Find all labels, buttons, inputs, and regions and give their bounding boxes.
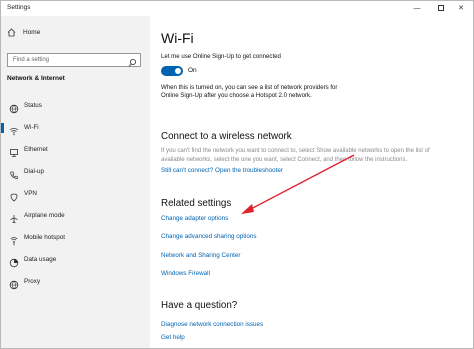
close-button[interactable]: ✕ [449,1,473,16]
sidebar-item-label: VPN [24,190,37,197]
home-nav-item[interactable]: Home [7,28,137,40]
data-usage-icon [9,255,19,268]
search-input[interactable]: Find a setting [7,53,141,67]
toggle-state-label: On [188,67,197,74]
ethernet-icon [9,145,19,157]
sidebar-item-label: Proxy [24,278,41,285]
title-bar: Settings — ✕ [1,1,473,16]
window-title: Settings [7,4,31,11]
related-settings-heading: Related settings [161,198,232,209]
signup-label: Let me use Online Sign-Up to get connect… [161,53,281,60]
network-sharing-center-link[interactable]: Network and Sharing Center [161,252,240,259]
sidebar: Home Find a setting Network & Internet S… [1,16,150,348]
wifi-icon [9,123,19,136]
connect-heading: Connect to a wireless network [161,131,292,142]
sidebar-item-status[interactable]: Status [1,97,150,115]
selected-indicator [1,123,4,133]
sidebar-item-label: Mobile hotspot [24,234,65,241]
minimize-button[interactable]: — [405,1,429,16]
section-title: Network & Internet [7,75,65,82]
sidebar-item-label: Airplane mode [24,212,65,219]
change-advanced-sharing-link[interactable]: Change advanced sharing options [161,233,257,240]
sidebar-item-label: Wi-Fi [24,124,39,131]
sidebar-item-label: Dial-up [24,168,44,175]
globe-icon [9,101,19,114]
vpn-icon [9,189,19,202]
sidebar-item-wifi[interactable]: Wi-Fi [1,119,150,137]
sidebar-item-data-usage[interactable]: Data usage [1,251,150,269]
search-placeholder: Find a setting [13,57,50,63]
sidebar-item-proxy[interactable]: Proxy [1,273,150,291]
sidebar-item-ethernet[interactable]: Ethernet [1,141,150,159]
phone-icon [9,167,19,179]
question-heading: Have a question? [161,300,238,311]
hotspot-icon [9,233,19,246]
signup-description-line: Online Sign-Up after you choose a Hotspo… [161,92,312,99]
get-help-link[interactable]: Get help [161,334,185,341]
toggle-knob [175,68,181,74]
sidebar-item-label: Status [24,102,42,109]
troubleshooter-link[interactable]: Still can't connect? Open the troublesho… [161,167,283,174]
maximize-icon [438,5,444,12]
settings-window: Settings — ✕ Home Find a setting Network… [0,0,474,349]
globe-icon [9,277,19,290]
change-adapter-options-link[interactable]: Change adapter options [161,215,228,222]
diagnose-link[interactable]: Diagnose network connection issues [161,321,263,328]
sidebar-item-vpn[interactable]: VPN [1,185,150,203]
windows-firewall-link[interactable]: Windows Firewall [161,270,210,277]
search-icon [128,55,137,67]
sidebar-item-label: Data usage [24,256,57,263]
page-title: Wi-Fi [161,30,194,46]
sidebar-item-airplane-mode[interactable]: Airplane mode [1,207,150,225]
home-label: Home [23,29,41,36]
connect-description-line: If you can't find the network you want t… [161,148,430,154]
airplane-icon [9,211,19,223]
online-signup-toggle[interactable] [161,66,183,76]
sidebar-item-mobile-hotspot[interactable]: Mobile hotspot [1,229,150,247]
main-content: Wi-Fi Let me use Online Sign-Up to get c… [150,16,473,348]
home-icon [7,28,16,39]
sidebar-item-label: Ethernet [24,146,48,153]
connect-description-line: available networks, select the one you w… [161,157,408,163]
sidebar-item-dial-up[interactable]: Dial-up [1,163,150,181]
